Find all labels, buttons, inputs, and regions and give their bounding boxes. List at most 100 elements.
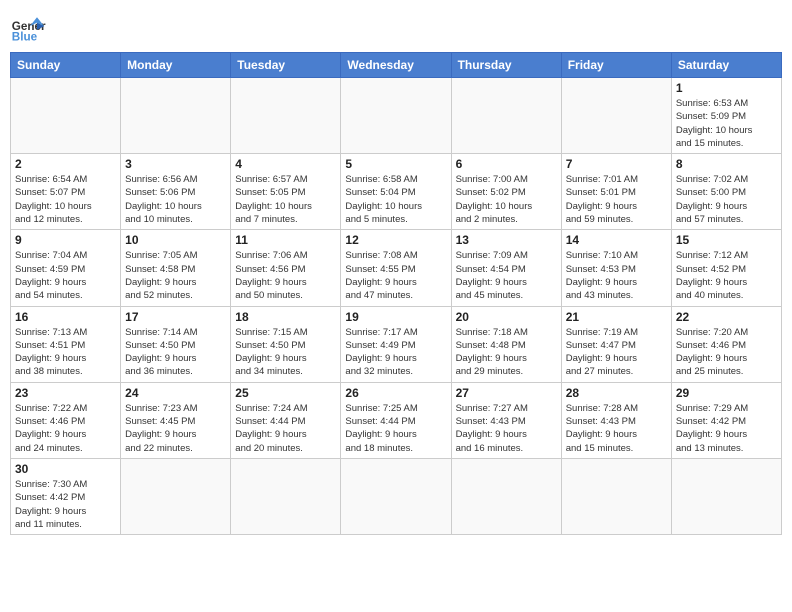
day-number: 4: [235, 157, 336, 171]
day-info: Sunrise: 7:06 AM Sunset: 4:56 PM Dayligh…: [235, 249, 336, 302]
day-number: 29: [676, 386, 777, 400]
calendar-cell: 6Sunrise: 7:00 AM Sunset: 5:02 PM Daylig…: [451, 154, 561, 230]
calendar-week-row: 2 Sunrise: 6:54 AM Sunset: 5:07 PM Daylig…: [11, 154, 782, 230]
day-number: 18: [235, 310, 336, 324]
calendar-cell: 9 Sunrise: 7:04 AM Sunset: 4:59 PM Daylig…: [11, 230, 121, 306]
calendar-header-row: SundayMondayTuesdayWednesdayThursdayFrid…: [11, 53, 782, 78]
calendar-cell: 18 Sunrise: 7:15 AM Sunset: 4:50 PM Dayli…: [231, 306, 341, 382]
day-header-wednesday: Wednesday: [341, 53, 451, 78]
calendar-cell: 15 Sunrise: 7:12 AM Sunset: 4:52 PM Dayli…: [671, 230, 781, 306]
calendar-cell: 26 Sunrise: 7:25 AM Sunset: 4:44 PM Dayli…: [341, 382, 451, 458]
calendar-cell: 4 Sunrise: 6:57 AM Sunset: 5:05 PM Daylig…: [231, 154, 341, 230]
day-number: 26: [345, 386, 446, 400]
day-number: 24: [125, 386, 226, 400]
calendar-cell: 27Sunrise: 7:27 AM Sunset: 4:43 PM Dayli…: [451, 382, 561, 458]
calendar-cell: 12 Sunrise: 7:08 AM Sunset: 4:55 PM Dayli…: [341, 230, 451, 306]
calendar-cell: 13 Sunrise: 7:09 AM Sunset: 4:54 PM Dayli…: [451, 230, 561, 306]
svg-text:Blue: Blue: [12, 31, 38, 44]
day-info: Sunrise: 7:13 AM Sunset: 4:51 PM Dayligh…: [15, 326, 116, 379]
calendar-cell: [671, 458, 781, 534]
calendar-cell: 7Sunrise: 7:01 AM Sunset: 5:01 PM Daylig…: [561, 154, 671, 230]
day-info: Sunrise: 7:27 AM Sunset: 4:43 PM Dayligh…: [456, 402, 557, 455]
day-info: Sunrise: 7:25 AM Sunset: 4:44 PM Dayligh…: [345, 402, 446, 455]
day-info: Sunrise: 7:04 AM Sunset: 4:59 PM Dayligh…: [15, 249, 116, 302]
day-number: 13: [456, 233, 557, 247]
calendar-cell: 2 Sunrise: 6:54 AM Sunset: 5:07 PM Daylig…: [11, 154, 121, 230]
calendar-cell: [561, 78, 671, 154]
calendar-cell: [451, 458, 561, 534]
day-number: 7: [566, 157, 667, 171]
logo: General Blue: [10, 10, 46, 46]
day-info: Sunrise: 7:12 AM Sunset: 4:52 PM Dayligh…: [676, 249, 777, 302]
day-number: 16: [15, 310, 116, 324]
day-number: 15: [676, 233, 777, 247]
day-info: Sunrise: 6:57 AM Sunset: 5:05 PM Dayligh…: [235, 173, 336, 226]
calendar-cell: [121, 458, 231, 534]
calendar-week-row: 23 Sunrise: 7:22 AM Sunset: 4:46 PM Dayli…: [11, 382, 782, 458]
day-info: Sunrise: 7:18 AM Sunset: 4:48 PM Dayligh…: [456, 326, 557, 379]
day-number: 10: [125, 233, 226, 247]
day-info: Sunrise: 7:15 AM Sunset: 4:50 PM Dayligh…: [235, 326, 336, 379]
calendar-cell: [451, 78, 561, 154]
day-info: Sunrise: 7:10 AM Sunset: 4:53 PM Dayligh…: [566, 249, 667, 302]
day-header-thursday: Thursday: [451, 53, 561, 78]
day-info: Sunrise: 7:00 AM Sunset: 5:02 PM Dayligh…: [456, 173, 557, 226]
day-number: 23: [15, 386, 116, 400]
calendar-week-row: 9 Sunrise: 7:04 AM Sunset: 4:59 PM Daylig…: [11, 230, 782, 306]
day-info: Sunrise: 7:08 AM Sunset: 4:55 PM Dayligh…: [345, 249, 446, 302]
day-info: Sunrise: 7:09 AM Sunset: 4:54 PM Dayligh…: [456, 249, 557, 302]
day-number: 17: [125, 310, 226, 324]
calendar-cell: 11 Sunrise: 7:06 AM Sunset: 4:56 PM Dayli…: [231, 230, 341, 306]
day-number: 3: [125, 157, 226, 171]
day-number: 5: [345, 157, 446, 171]
calendar-cell: 29 Sunrise: 7:29 AM Sunset: 4:42 PM Dayli…: [671, 382, 781, 458]
day-number: 25: [235, 386, 336, 400]
calendar-cell: 19 Sunrise: 7:17 AM Sunset: 4:49 PM Dayli…: [341, 306, 451, 382]
day-info: Sunrise: 7:23 AM Sunset: 4:45 PM Dayligh…: [125, 402, 226, 455]
day-number: 11: [235, 233, 336, 247]
day-header-tuesday: Tuesday: [231, 53, 341, 78]
calendar-cell: [341, 458, 451, 534]
day-number: 30: [15, 462, 116, 476]
day-number: 12: [345, 233, 446, 247]
calendar-week-row: 16 Sunrise: 7:13 AM Sunset: 4:51 PM Dayli…: [11, 306, 782, 382]
calendar-cell: 16 Sunrise: 7:13 AM Sunset: 4:51 PM Dayli…: [11, 306, 121, 382]
calendar-cell: 24 Sunrise: 7:23 AM Sunset: 4:45 PM Dayli…: [121, 382, 231, 458]
calendar-cell: 28 Sunrise: 7:28 AM Sunset: 4:43 PM Dayli…: [561, 382, 671, 458]
day-header-saturday: Saturday: [671, 53, 781, 78]
day-number: 1: [676, 81, 777, 95]
day-info: Sunrise: 7:30 AM Sunset: 4:42 PM Dayligh…: [15, 478, 116, 531]
page-header: General Blue: [10, 10, 782, 46]
day-info: Sunrise: 7:29 AM Sunset: 4:42 PM Dayligh…: [676, 402, 777, 455]
day-info: Sunrise: 7:19 AM Sunset: 4:47 PM Dayligh…: [566, 326, 667, 379]
calendar-cell: [11, 78, 121, 154]
day-info: Sunrise: 7:22 AM Sunset: 4:46 PM Dayligh…: [15, 402, 116, 455]
day-info: Sunrise: 7:05 AM Sunset: 4:58 PM Dayligh…: [125, 249, 226, 302]
day-info: Sunrise: 6:54 AM Sunset: 5:07 PM Dayligh…: [15, 173, 116, 226]
calendar-cell: 1Sunrise: 6:53 AM Sunset: 5:09 PM Daylig…: [671, 78, 781, 154]
day-number: 21: [566, 310, 667, 324]
day-info: Sunrise: 6:56 AM Sunset: 5:06 PM Dayligh…: [125, 173, 226, 226]
day-header-friday: Friday: [561, 53, 671, 78]
calendar-week-row: 30 Sunrise: 7:30 AM Sunset: 4:42 PM Dayli…: [11, 458, 782, 534]
calendar-table: SundayMondayTuesdayWednesdayThursdayFrid…: [10, 52, 782, 535]
day-number: 2: [15, 157, 116, 171]
calendar-cell: [341, 78, 451, 154]
calendar-cell: 10 Sunrise: 7:05 AM Sunset: 4:58 PM Dayli…: [121, 230, 231, 306]
day-info: Sunrise: 7:20 AM Sunset: 4:46 PM Dayligh…: [676, 326, 777, 379]
day-number: 8: [676, 157, 777, 171]
day-info: Sunrise: 7:28 AM Sunset: 4:43 PM Dayligh…: [566, 402, 667, 455]
day-number: 28: [566, 386, 667, 400]
calendar-cell: 30 Sunrise: 7:30 AM Sunset: 4:42 PM Dayli…: [11, 458, 121, 534]
calendar-cell: [121, 78, 231, 154]
calendar-cell: 22Sunrise: 7:20 AM Sunset: 4:46 PM Dayli…: [671, 306, 781, 382]
day-info: Sunrise: 7:17 AM Sunset: 4:49 PM Dayligh…: [345, 326, 446, 379]
logo-icon: General Blue: [10, 10, 46, 46]
day-header-monday: Monday: [121, 53, 231, 78]
calendar-cell: 8Sunrise: 7:02 AM Sunset: 5:00 PM Daylig…: [671, 154, 781, 230]
calendar-cell: 23 Sunrise: 7:22 AM Sunset: 4:46 PM Dayli…: [11, 382, 121, 458]
calendar-cell: [561, 458, 671, 534]
day-number: 19: [345, 310, 446, 324]
calendar-cell: [231, 458, 341, 534]
day-number: 9: [15, 233, 116, 247]
